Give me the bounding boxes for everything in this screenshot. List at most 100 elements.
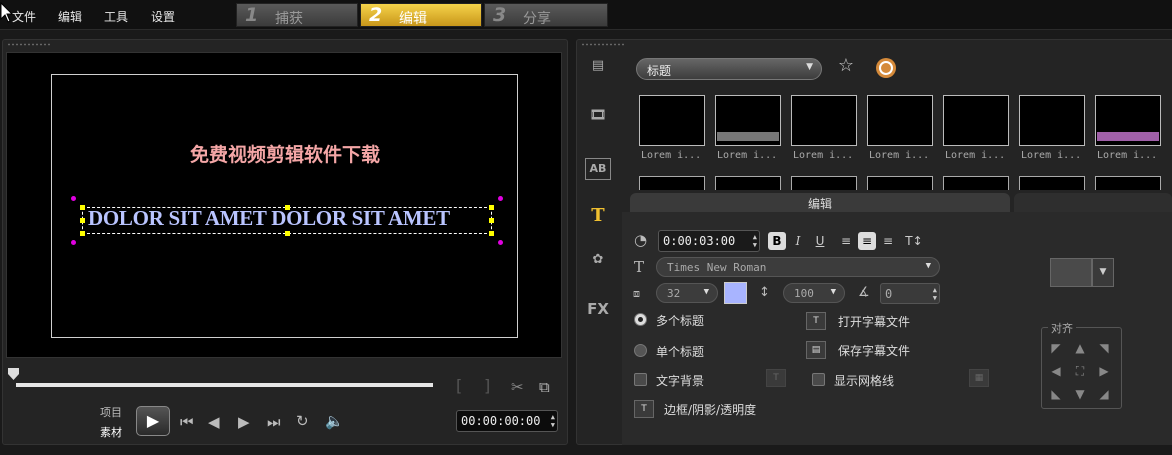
multi-title-radio[interactable] <box>634 313 647 326</box>
play-button[interactable]: ▶ <box>136 406 170 436</box>
chevron-down-icon[interactable]: ▼ <box>1092 258 1114 287</box>
resize-handle[interactable] <box>285 205 290 210</box>
menu-file[interactable]: 文件 <box>12 8 36 25</box>
rotate-handle[interactable] <box>71 196 76 201</box>
menu-settings[interactable]: 设置 <box>151 8 175 25</box>
title-thumbnail[interactable] <box>867 176 933 190</box>
italic-button[interactable]: I <box>789 232 807 250</box>
single-title-radio[interactable] <box>634 344 647 357</box>
volume-icon[interactable]: 🔈 <box>325 413 344 429</box>
border-shadow-label[interactable]: 边框/阴影/透明度 <box>664 401 756 418</box>
title-thumbnail[interactable] <box>1095 95 1161 146</box>
effect-ab-icon[interactable]: AB <box>585 158 611 180</box>
title-thumbnail[interactable] <box>943 95 1009 146</box>
timecode-field[interactable]: 00:00:00:00 ▲ ▼ <box>456 410 558 432</box>
show-grid-checkbox[interactable] <box>812 373 825 386</box>
panel-grip[interactable] <box>581 43 625 46</box>
resize-handle[interactable] <box>80 231 85 236</box>
title-thumbnail[interactable] <box>791 95 857 146</box>
next-frame-icon[interactable]: ▶ <box>238 414 250 430</box>
timecode-spinner-icon[interactable]: ▲ ▼ <box>551 413 555 429</box>
resize-handle[interactable] <box>489 205 494 210</box>
resize-handle[interactable] <box>489 218 494 223</box>
previous-frame-icon[interactable]: ◀ <box>208 414 220 430</box>
home-icon[interactable]: ⏮ <box>180 414 194 430</box>
menu-edit[interactable]: 编辑 <box>58 8 82 25</box>
tab-edit-options[interactable]: 编辑 <box>630 193 1010 212</box>
scrubber-track[interactable] <box>16 383 433 387</box>
title-thumbnail[interactable] <box>943 176 1009 190</box>
duration-field[interactable]: 0:00:03:00 ▲ ▼ <box>658 230 760 252</box>
title-thumbnail[interactable] <box>1095 176 1161 190</box>
title-icon[interactable]: T <box>585 205 611 227</box>
align-top-icon[interactable]: ▲ <box>1073 341 1087 355</box>
title-thumbnail[interactable] <box>867 95 933 146</box>
open-subtitle-label[interactable]: 打开字幕文件 <box>838 313 910 330</box>
resize-handle[interactable] <box>80 205 85 210</box>
title-thumbnail[interactable] <box>639 176 705 190</box>
tab-edit[interactable]: 2 编辑 <box>360 3 482 27</box>
title-thumbnail[interactable] <box>1019 176 1085 190</box>
align-right-icon[interactable]: ≡ <box>879 232 897 250</box>
align-right-arrow-icon[interactable]: ▶ <box>1097 364 1111 378</box>
enlarge-preview-icon[interactable]: ⧉ <box>539 379 550 395</box>
font-size-dropdown[interactable]: 32 ▼ <box>656 283 718 303</box>
underline-button[interactable]: U <box>811 232 829 250</box>
media-library-icon[interactable]: ▤ <box>585 58 611 80</box>
repeat-icon[interactable]: ↻ <box>296 413 309 429</box>
mode-project-label[interactable]: 项目 <box>100 404 122 420</box>
mark-out-icon[interactable]: ] <box>484 378 490 394</box>
align-center-icon[interactable]: ≡ <box>858 232 876 250</box>
tab-share[interactable]: 3 分享 <box>484 3 608 27</box>
preview-title-chinese[interactable]: 免费视频剪辑软件下载 <box>190 140 380 167</box>
save-subtitle-icon[interactable]: ▤ <box>806 341 826 359</box>
save-subtitle-label[interactable]: 保存字幕文件 <box>838 342 910 359</box>
title-thumbnail[interactable] <box>715 95 781 146</box>
border-color-swatch[interactable] <box>1050 258 1092 287</box>
text-color-swatch[interactable] <box>724 282 747 304</box>
panel-grip[interactable] <box>7 43 51 46</box>
grid-settings-icon[interactable]: ▦ <box>969 369 989 387</box>
resize-handle[interactable] <box>285 231 290 236</box>
scissors-icon[interactable]: ✂ <box>511 379 524 395</box>
border-shadow-icon[interactable]: T <box>634 400 654 418</box>
rotate-handle[interactable] <box>498 196 503 201</box>
rotate-handle[interactable] <box>71 240 76 245</box>
graphic-icon[interactable]: ✿ <box>585 252 611 274</box>
background-settings-icon[interactable]: T <box>766 369 786 387</box>
title-thumbnail[interactable] <box>791 176 857 190</box>
tab-capture[interactable]: 1 捕获 <box>236 3 358 27</box>
add-to-favorites-icon[interactable]: ☆ <box>834 57 858 75</box>
text-background-checkbox[interactable] <box>634 373 647 386</box>
align-left-arrow-icon[interactable]: ◀ <box>1049 364 1063 378</box>
bold-button[interactable]: B <box>768 232 786 250</box>
rotation-field[interactable]: 0 ▲ ▼ <box>880 283 940 304</box>
tab-attributes[interactable] <box>1014 193 1172 212</box>
line-spacing-dropdown[interactable]: 100 ▼ <box>783 283 845 303</box>
scrubber-thumb-icon[interactable] <box>8 368 19 380</box>
rotate-handle[interactable] <box>498 240 503 245</box>
title-thumbnail[interactable] <box>715 176 781 190</box>
category-dropdown[interactable]: 标题 ▼ <box>636 58 822 80</box>
mode-clip-label[interactable]: 素材 <box>100 424 122 440</box>
rotation-spinner-icon[interactable]: ▲ ▼ <box>933 286 937 302</box>
resize-handle[interactable] <box>489 231 494 236</box>
align-bottom-icon[interactable]: ▼ <box>1073 387 1087 401</box>
align-top-right-icon[interactable]: ◥ <box>1097 341 1111 355</box>
align-bottom-right-icon[interactable]: ◢ <box>1097 387 1111 401</box>
end-icon[interactable]: ⏭ <box>267 414 281 430</box>
title-thumbnail[interactable] <box>639 95 705 146</box>
mark-in-icon[interactable]: [ <box>456 378 462 394</box>
open-subtitle-icon[interactable]: T <box>806 312 826 330</box>
menu-tools[interactable]: 工具 <box>104 8 128 25</box>
vertical-text-icon[interactable]: T↕ <box>905 232 923 250</box>
library-manager-icon[interactable] <box>875 57 897 79</box>
align-center-arrow-icon[interactable]: ⛶ <box>1073 364 1087 379</box>
align-left-icon[interactable]: ≡ <box>837 232 855 250</box>
transition-icon[interactable]: 🎞 <box>585 108 611 130</box>
align-top-left-icon[interactable]: ◤ <box>1049 341 1063 355</box>
filter-fx-icon[interactable]: FX <box>585 300 611 322</box>
title-thumbnail[interactable] <box>1019 95 1085 146</box>
preview-title-latin[interactable]: DOLOR SIT AMET DOLOR SIT AMET <box>88 206 450 231</box>
align-bottom-left-icon[interactable]: ◣ <box>1049 387 1063 401</box>
